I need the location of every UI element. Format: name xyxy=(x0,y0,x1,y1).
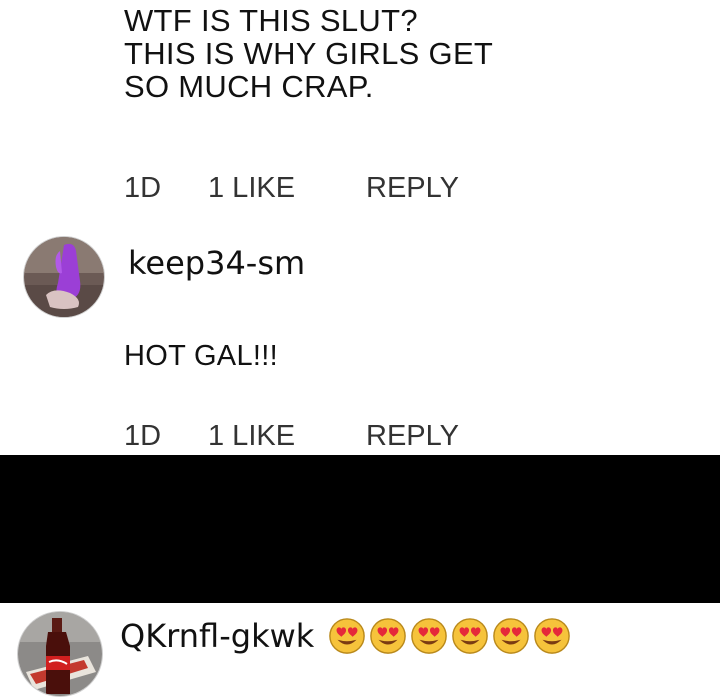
comment-1-meta: 1D 1 LIKE REPLY xyxy=(124,171,459,205)
comment-2-text: HOT GAL!!! xyxy=(124,340,278,373)
comment-1-text: WTF IS THIS SLUT? THIS IS WHY GIRLS GET … xyxy=(124,4,493,103)
heart-eyes-emoji-icon xyxy=(534,618,571,654)
comment-1-line-2: THIS IS WHY GIRLS GET xyxy=(124,36,494,71)
heart-eyes-emoji-icon xyxy=(411,618,448,654)
comment-1-reply-button[interactable]: REPLY xyxy=(366,172,459,205)
comment-2-line: HOT GAL!!! xyxy=(124,340,278,372)
commenter-2-username[interactable]: keep34-sm xyxy=(128,244,305,282)
comment-3-header: QKrnfl-gkwk xyxy=(120,617,571,655)
comment-2-like-count[interactable]: 1 LIKE xyxy=(208,420,366,453)
comment-2-meta: 1D 1 LIKE REPLY xyxy=(124,419,459,453)
commenter-3-username[interactable]: QKrnfl-gkwk xyxy=(120,617,314,655)
heart-eyes-emoji-icon xyxy=(493,618,530,654)
comment-1-like-count[interactable]: 1 LIKE xyxy=(208,172,366,205)
heart-eyes-emoji-icon xyxy=(329,618,366,654)
commenter-2-avatar[interactable] xyxy=(24,237,104,317)
comment-2-timestamp: 1D xyxy=(124,419,162,452)
heart-eyes-emoji-icon xyxy=(452,618,489,654)
comment-1-line-3: SO MUCH CRAP. xyxy=(124,69,374,104)
purple-toy-avatar-icon xyxy=(24,237,104,317)
comment-1-line-1: WTF IS THIS SLUT? xyxy=(124,3,418,38)
redaction-bar xyxy=(0,455,720,603)
comment-3-emojis xyxy=(328,617,571,655)
cola-bottle-avatar-icon xyxy=(18,612,102,696)
comment-2-reply-button[interactable]: REPLY xyxy=(366,420,459,453)
commenter-3-avatar[interactable] xyxy=(18,612,102,696)
comment-1-timestamp: 1D xyxy=(124,171,162,204)
heart-eyes-emoji-icon xyxy=(370,618,407,654)
